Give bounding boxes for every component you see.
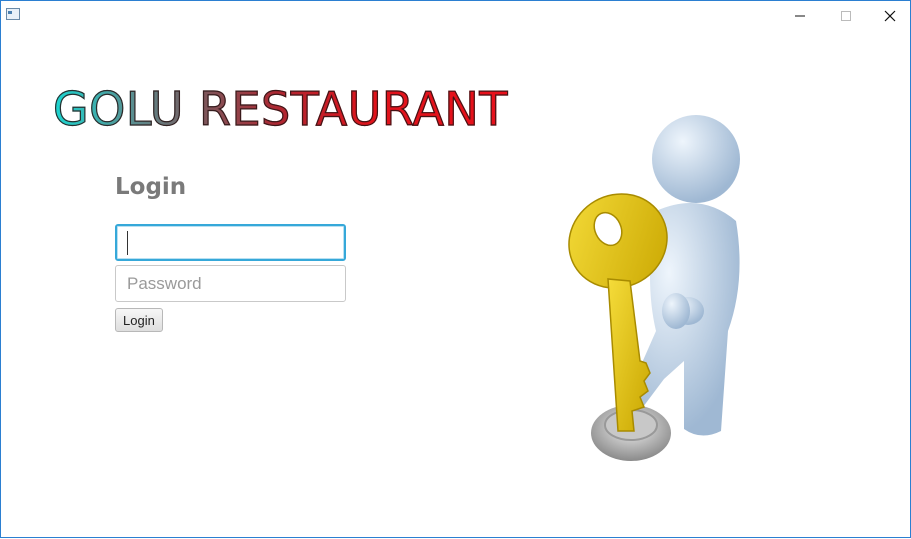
close-icon — [884, 10, 896, 22]
maximize-icon — [841, 11, 851, 21]
login-heading: Login — [115, 174, 187, 200]
person-with-key-icon — [568, 115, 740, 461]
maximize-button[interactable] — [823, 1, 869, 31]
password-field[interactable] — [115, 265, 346, 302]
restaurant-title: GOLU RESTAURANT — [52, 81, 508, 136]
app-icon — [6, 8, 20, 20]
title-bar[interactable] — [1, 1, 910, 31]
app-window: GOLU RESTAURANT Login Login — [0, 0, 911, 538]
login-button[interactable]: Login — [115, 308, 163, 332]
username-field[interactable] — [115, 224, 346, 261]
minimize-button[interactable] — [777, 1, 823, 31]
close-button[interactable] — [867, 1, 910, 31]
text-caret — [127, 231, 128, 255]
minimize-icon — [795, 15, 805, 17]
